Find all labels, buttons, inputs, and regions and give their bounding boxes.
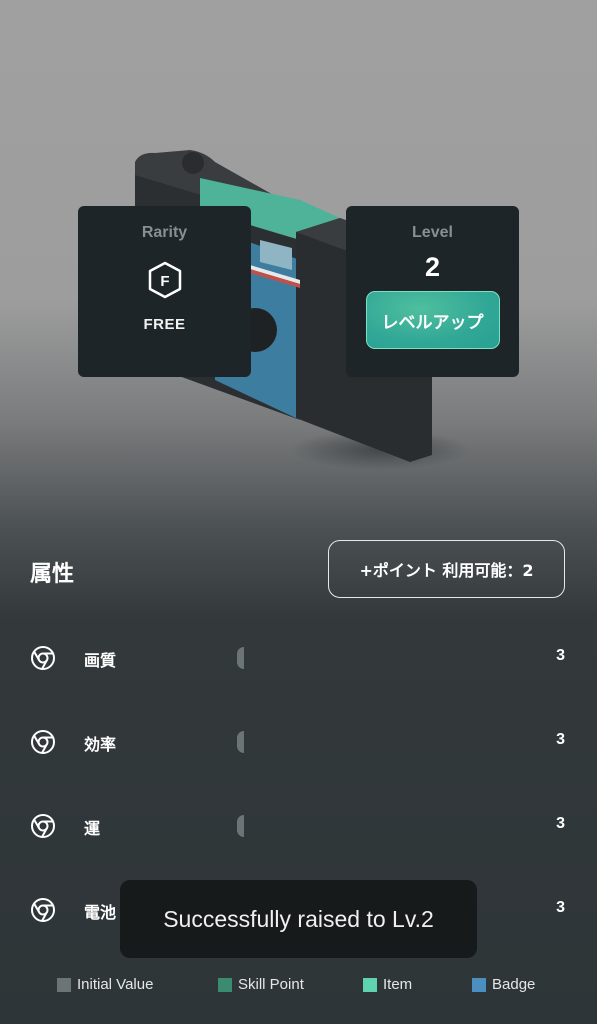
legend-item-skill-point: Skill Point xyxy=(218,976,304,993)
attribute-name: 運 xyxy=(84,819,101,838)
chrome-like-icon xyxy=(31,898,55,922)
add-points-button[interactable]: +ポイント 利用可能：2 xyxy=(328,540,565,598)
legend-item-initial-value: Initial Value xyxy=(57,976,153,993)
attribute-value: 3 xyxy=(556,815,565,832)
attribute-name: 画質 xyxy=(84,651,117,670)
legend: Initial Value Skill Point Item Badge xyxy=(0,976,597,996)
attribute-row: 画質 3 xyxy=(0,643,597,673)
chrome-like-icon xyxy=(31,646,55,670)
rarity-badge-letter: F xyxy=(160,273,169,290)
attribute-bar xyxy=(237,647,244,669)
legend-label: Badge xyxy=(492,976,536,993)
rarity-title: Rarity xyxy=(141,224,188,241)
level-title: Level xyxy=(412,224,453,241)
level-card: Level 2 レベルアップ xyxy=(346,206,519,377)
attribute-value: 3 xyxy=(556,899,565,916)
legend-label: Initial Value xyxy=(77,976,154,993)
attribute-row: 効率 3 xyxy=(0,727,597,757)
toast-message: Successfully raised to Lv.2 xyxy=(120,880,477,958)
legend-item-badge: Badge xyxy=(472,976,535,993)
attribute-row: 運 3 xyxy=(0,811,597,841)
attributes-title: 属性 xyxy=(30,562,75,587)
legend-item-item: Item xyxy=(363,976,412,993)
rarity-card: Rarity F FREE xyxy=(78,206,251,377)
level-up-button[interactable]: レベルアップ xyxy=(365,291,500,349)
legend-label: Item xyxy=(383,976,413,993)
legend-swatch xyxy=(218,977,232,992)
legend-label: Skill Point xyxy=(238,976,304,993)
chrome-like-icon xyxy=(31,730,55,754)
rarity-value: FREE xyxy=(143,316,186,333)
level-value: 2 xyxy=(424,252,441,282)
attribute-bar xyxy=(237,731,244,753)
attribute-bar xyxy=(237,815,244,837)
attribute-name: 電池 xyxy=(84,903,117,922)
attribute-value: 3 xyxy=(556,647,565,664)
attribute-name: 効率 xyxy=(84,735,117,754)
attribute-value: 3 xyxy=(556,731,565,748)
toast-text: Successfully raised to Lv.2 xyxy=(163,905,434,932)
legend-swatch xyxy=(57,977,71,992)
chrome-like-icon xyxy=(31,814,55,838)
rarity-hexagon-icon: F xyxy=(148,261,181,299)
legend-swatch xyxy=(472,977,486,992)
legend-swatch xyxy=(363,977,377,992)
